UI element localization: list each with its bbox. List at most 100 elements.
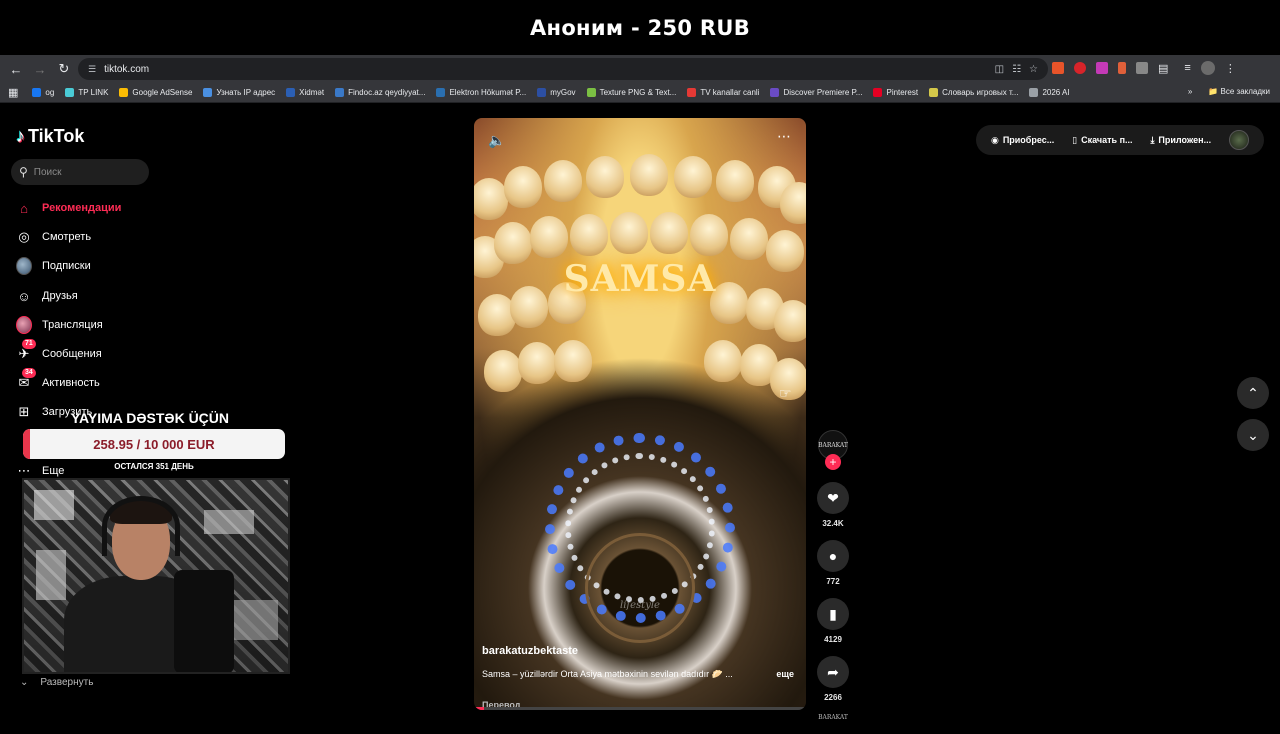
- media-controls-icon[interactable]: ≡: [1184, 62, 1190, 74]
- get-coins-button[interactable]: ◉ Приобрес...: [991, 135, 1054, 146]
- bookmark-item[interactable]: Elektron Hökumət P...: [436, 88, 526, 97]
- sidebar-item-label: Сообщения: [42, 348, 102, 360]
- address-bar[interactable]: ☰ tiktok.com ◫ ☷ ☆: [78, 58, 1048, 80]
- bookmark-favicon-icon: [335, 88, 345, 97]
- expand-button[interactable]: ⌄ Развернуть: [20, 677, 93, 688]
- bookmark-favicon-icon: [929, 88, 939, 97]
- bookmark-favicon-icon: [436, 88, 446, 97]
- sidebar-item-friends[interactable]: ☺ Друзья: [16, 287, 77, 305]
- volume-icon[interactable]: 🔈: [488, 132, 505, 149]
- bookmarks-overflow-icon[interactable]: »: [1188, 87, 1192, 96]
- notification-badge: 71: [22, 339, 36, 349]
- bookmark-item[interactable]: Pinterest: [873, 88, 918, 97]
- samsa-dumpling: [570, 214, 608, 256]
- search-input[interactable]: ⚲ Поиск: [11, 159, 149, 185]
- profile-avatar[interactable]: [1200, 61, 1215, 75]
- extension-icon[interactable]: [1074, 62, 1086, 74]
- chrome-menu-icon[interactable]: ⋮: [1225, 62, 1236, 75]
- music-disc[interactable]: BARAKAT: [818, 714, 848, 734]
- streamer-webcam: [22, 478, 290, 674]
- share-button[interactable]: ➦: [817, 656, 849, 688]
- samsa-dumpling: [716, 160, 754, 202]
- bookmark-favicon-icon: [687, 88, 697, 97]
- sidebar-item-live[interactable]: Трансляция: [16, 316, 103, 334]
- tiktok-logo[interactable]: ♪ TikTok: [16, 126, 84, 147]
- like-count: 32.4K: [822, 519, 844, 528]
- site-info-icon[interactable]: ☰: [88, 64, 96, 75]
- samsa-dumpling: [518, 342, 556, 384]
- translate-icon[interactable]: ☷: [1012, 64, 1021, 75]
- bookmark-item[interactable]: Findoc.az qeydiyyat...: [335, 88, 425, 97]
- notification-badge: 34: [22, 368, 36, 378]
- bookmark-label: 2026 AI: [1042, 88, 1070, 97]
- extension-icon[interactable]: [1096, 62, 1108, 74]
- install-app-icon[interactable]: ◫: [995, 64, 1004, 75]
- bookmark-item[interactable]: 2026 AI: [1029, 88, 1070, 97]
- more-options-icon[interactable]: ⋯: [777, 128, 792, 145]
- stream-banner-text: Аноним - 250 RUB: [529, 15, 751, 40]
- bookmark-item[interactable]: Xidmət: [286, 88, 324, 97]
- back-button[interactable]: ←: [6, 59, 26, 79]
- bookmark-item[interactable]: og: [32, 88, 54, 97]
- samsa-dumpling: [730, 218, 768, 260]
- follow-button[interactable]: +: [825, 454, 841, 470]
- phone-icon: ▯: [1072, 134, 1078, 145]
- bookmark-item[interactable]: TV kanallar canli: [687, 88, 759, 97]
- heart-icon: ❤: [827, 489, 839, 506]
- comment-button[interactable]: ●: [817, 540, 849, 572]
- share-count: 2266: [824, 693, 842, 702]
- sidebar-item-home[interactable]: ⌂ Рекомендации: [16, 199, 121, 217]
- forward-button[interactable]: →: [30, 59, 50, 79]
- extension-icon[interactable]: [1052, 62, 1064, 74]
- like-button[interactable]: ❤: [817, 482, 849, 514]
- bookmark-label: Xidmət: [299, 88, 325, 97]
- extension-icon[interactable]: [1136, 62, 1148, 74]
- extensions-puzzle-icon[interactable]: ▤: [1158, 62, 1168, 75]
- extension-icon[interactable]: [1118, 62, 1126, 74]
- apps-grid-icon[interactable]: ▦: [8, 86, 18, 99]
- coin-icon: ◉: [990, 134, 999, 145]
- avatar-icon: [16, 257, 32, 275]
- caption-more-link[interactable]: еще: [776, 669, 794, 679]
- previous-video-button[interactable]: ⌃: [1237, 377, 1269, 409]
- next-video-button[interactable]: ⌄: [1237, 419, 1269, 451]
- donation-progress-bar: 258.95 / 10 000 EUR: [23, 429, 285, 459]
- expand-label: Развернуть: [40, 677, 94, 688]
- save-button[interactable]: ▮: [817, 598, 849, 630]
- sidebar-item-messages[interactable]: ✈ 71 Сообщения: [16, 339, 102, 363]
- reload-button[interactable]: ↻: [54, 59, 74, 79]
- tiktok-note-icon: ♪: [16, 126, 25, 146]
- download-app-button[interactable]: ▯ Скачать п...: [1072, 135, 1132, 146]
- sidebar-item-activity[interactable]: ✉ 34 Активность: [16, 368, 100, 392]
- video-progress-bar[interactable]: [474, 707, 806, 710]
- bookmark-label: TP LINK: [78, 88, 109, 97]
- video-author[interactable]: barakatuzbektaste: [482, 645, 578, 657]
- bookmark-favicon-icon: [586, 88, 596, 97]
- download-icon: ⤓: [1150, 134, 1155, 145]
- bookmark-item[interactable]: Словарь игровых т...: [929, 88, 1018, 97]
- bookmark-item[interactable]: TP LINK: [65, 88, 108, 97]
- search-icon: ⚲: [19, 165, 28, 179]
- sidebar-item-compass[interactable]: ◎ Смотреть: [16, 228, 91, 246]
- samsa-dumpling: [704, 340, 742, 382]
- bookmark-item[interactable]: Texture PNG & Text...: [586, 88, 676, 97]
- bookmark-item[interactable]: Discover Premiere P...: [770, 88, 862, 97]
- bookmark-label: Pinterest: [886, 88, 919, 97]
- bookmark-label: Discover Premiere P...: [783, 88, 863, 97]
- bookmark-label: og: [45, 88, 55, 97]
- bookmark-item[interactable]: Узнать IP адрес: [203, 88, 275, 97]
- desktop-app-button[interactable]: ⤓ Приложен...: [1150, 135, 1211, 146]
- video-player[interactable]: SAMSA lifestyle 🔈 ⋯ barakatuzbektaste Sa…: [474, 118, 806, 710]
- sidebar-item-avatar[interactable]: Подписки: [16, 257, 91, 275]
- bookmark-icon: ▮: [829, 605, 837, 622]
- samsa-dumpling: [650, 212, 688, 254]
- bookmark-label: myGov: [550, 88, 576, 97]
- bookmark-item[interactable]: Google AdSense: [119, 88, 192, 97]
- extensions-area: ▤ ≡ ⋮: [1052, 61, 1236, 75]
- profile-avatar[interactable]: [1229, 130, 1250, 150]
- bookmark-star-icon[interactable]: ☆: [1029, 64, 1038, 75]
- all-bookmarks-link[interactable]: 📁 Все закладки: [1208, 87, 1270, 96]
- comment-icon: ●: [828, 548, 838, 564]
- bookmark-item[interactable]: myGov: [537, 88, 576, 97]
- samsa-dumpling: [586, 156, 624, 198]
